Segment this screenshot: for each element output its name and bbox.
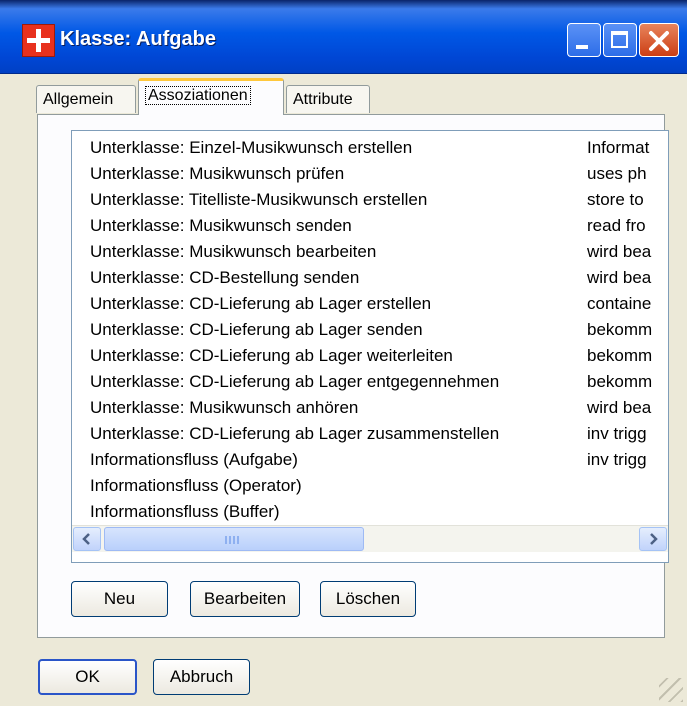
scroll-left-button[interactable]	[73, 527, 101, 551]
item-detail: bekomm	[587, 346, 653, 365]
associations-list[interactable]: Unterklasse: Einzel-Musikwunsch erstelle…	[71, 130, 669, 563]
list-item[interactable]: Informationsfluss (Buffer)	[90, 499, 280, 525]
list-item[interactable]: Unterklasse: CD-Lieferung ab Lager erste…	[90, 291, 651, 317]
list-item[interactable]: Unterklasse: Musikwunsch prüfen uses ph	[90, 161, 647, 187]
app-icon	[22, 24, 55, 57]
list-item[interactable]: Unterklasse: CD-Lieferung ab Lager sende…	[90, 317, 652, 343]
title-bar[interactable]: Klasse: Aufgabe	[0, 0, 687, 74]
item-detail: wird bea	[587, 268, 652, 287]
window-title: Klasse: Aufgabe	[60, 28, 216, 50]
item-detail: inv trigg	[587, 424, 647, 443]
list-item[interactable]: Unterklasse: Musikwunsch senden read fro	[90, 213, 646, 239]
arrow-right-icon	[650, 533, 658, 545]
list-item[interactable]: Informationsfluss (Operator)	[90, 473, 302, 499]
item-name: Unterklasse: CD-Lieferung ab Lager entge…	[90, 372, 500, 391]
cancel-button[interactable]: Abbruch	[153, 659, 250, 695]
item-detail: bekomm	[587, 320, 653, 339]
ok-button[interactable]: OK	[38, 659, 137, 695]
tab-label: Assoziationen	[145, 86, 251, 105]
item-detail: bekomm	[587, 372, 653, 391]
item-name: Informationsfluss (Buffer)	[90, 502, 280, 521]
maximize-button[interactable]	[603, 23, 637, 57]
close-icon	[649, 31, 669, 51]
item-name: Unterklasse: CD-Lieferung ab Lager sende…	[90, 320, 423, 339]
item-detail: containe	[587, 294, 652, 313]
item-name: Unterklasse: Einzel-Musikwunsch erstelle…	[90, 138, 413, 157]
item-name: Informationsfluss (Aufgabe)	[90, 450, 298, 469]
new-button[interactable]: Neu	[71, 581, 168, 617]
item-name: Unterklasse: CD-Bestellung senden	[90, 268, 360, 287]
item-detail: store to	[587, 190, 644, 209]
list-item[interactable]: Unterklasse: Musikwunsch bearbeiten wird …	[90, 239, 651, 265]
arrow-left-icon	[82, 533, 90, 545]
tab-allgemein[interactable]: Allgemein	[36, 85, 136, 113]
minimize-button[interactable]	[567, 23, 601, 57]
horizontal-scrollbar[interactable]	[72, 525, 668, 552]
list-item[interactable]: Unterklasse: CD-Lieferung ab Lager zusam…	[90, 421, 647, 447]
close-button[interactable]	[639, 23, 679, 57]
item-name: Informationsfluss (Operator)	[90, 476, 302, 495]
list-item[interactable]: Unterklasse: Einzel-Musikwunsch erstelle…	[90, 135, 649, 161]
dialog-window: Klasse: Aufgabe Allgemein Assoziationen …	[0, 0, 687, 706]
delete-button[interactable]: Löschen	[320, 581, 416, 617]
item-detail: uses ph	[587, 164, 647, 183]
edit-button[interactable]: Bearbeiten	[190, 581, 300, 617]
scroll-right-button[interactable]	[639, 527, 667, 551]
tab-assoziationen[interactable]: Assoziationen	[138, 78, 284, 115]
tab-label: Attribute	[293, 91, 353, 108]
item-detail: wird bea	[587, 242, 652, 261]
item-detail: Informat	[587, 138, 650, 157]
minimize-icon	[576, 45, 588, 49]
item-name: Unterklasse: Musikwunsch prüfen	[90, 164, 345, 183]
item-name: Unterklasse: CD-Lieferung ab Lager zusam…	[90, 424, 500, 443]
maximize-icon	[611, 31, 628, 48]
resize-grip-icon[interactable]	[659, 678, 683, 702]
item-detail: inv trigg	[587, 450, 647, 469]
grip-icon	[225, 536, 241, 544]
item-detail: wird bea	[587, 398, 652, 417]
item-detail: read fro	[587, 216, 646, 235]
list-item[interactable]: Informationsfluss (Aufgabe) inv trigg	[90, 447, 647, 473]
item-name: Unterklasse: Musikwunsch anhören	[90, 398, 359, 417]
item-name: Unterklasse: Musikwunsch senden	[90, 216, 352, 235]
list-item[interactable]: Unterklasse: Musikwunsch anhören wird bea	[90, 395, 651, 421]
tab-label: Allgemein	[43, 91, 114, 108]
item-name: Unterklasse: Titelliste-Musikwunsch erst…	[90, 190, 428, 209]
item-name: Unterklasse: CD-Lieferung ab Lager weite…	[90, 346, 453, 365]
scroll-thumb[interactable]	[104, 527, 364, 551]
list-item[interactable]: Unterklasse: Titelliste-Musikwunsch erst…	[90, 187, 644, 213]
list-item[interactable]: Unterklasse: CD-Bestellung senden wird be…	[90, 265, 651, 291]
list-item[interactable]: Unterklasse: CD-Lieferung ab Lager entge…	[90, 369, 652, 395]
item-name: Unterklasse: Musikwunsch bearbeiten	[90, 242, 377, 261]
item-name: Unterklasse: CD-Lieferung ab Lager erste…	[90, 294, 432, 313]
list-item[interactable]: Unterklasse: CD-Lieferung ab Lager weite…	[90, 343, 652, 369]
tab-attribute[interactable]: Attribute	[286, 85, 370, 113]
